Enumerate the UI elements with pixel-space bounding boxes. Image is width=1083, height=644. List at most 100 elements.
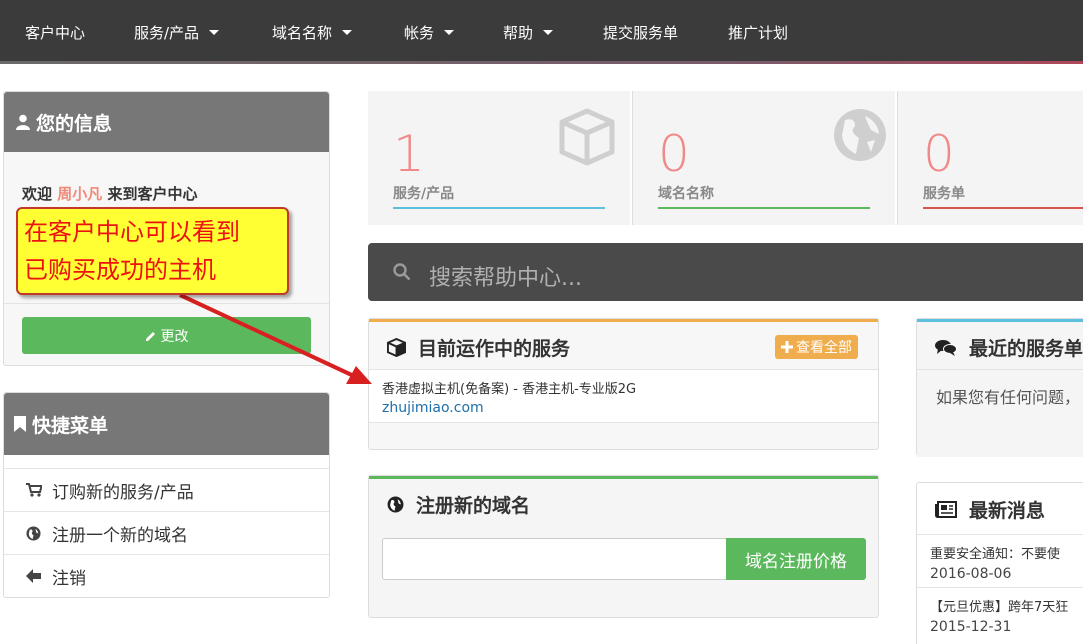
stat-underline — [658, 207, 870, 209]
divider — [4, 303, 329, 304]
cube-icon — [387, 338, 406, 357]
chevron-down-icon — [342, 30, 353, 35]
panel-title: 最近的服务单 — [969, 338, 1083, 360]
newspaper-icon — [935, 501, 957, 518]
quick-menu-order-service[interactable]: 订购新的服务/产品 — [4, 468, 329, 511]
latest-news-panel: 最新消息 重要安全通知：不要使 2016-08-06 【元旦优惠】跨年7天狂 2… — [916, 482, 1083, 644]
stat-value: 0 — [923, 125, 955, 183]
globe-icon — [26, 525, 48, 541]
nav-label: 帐务 — [404, 24, 435, 42]
quick-menu-label: 订购新的服务/产品 — [52, 482, 194, 503]
stat-value: 0 — [658, 125, 690, 183]
news-date: 2015-12-31 — [930, 619, 1012, 635]
news-title: 重要安全通知：不要使 — [930, 547, 1061, 562]
edit-button-label: 更改 — [160, 328, 189, 345]
stat-tile-services[interactable]: 1 服务/产品 — [368, 91, 630, 225]
annotation-line-2: 已购买成功的主机 — [24, 256, 216, 284]
bookmark-icon — [14, 416, 26, 432]
stat-label: 域名名称 — [658, 186, 714, 202]
stat-value: 1 — [393, 125, 425, 183]
nav-item-help[interactable]: 帮助 — [503, 22, 554, 43]
top-navigation: 客户中心 服务/产品 域名名称 帐务 帮助 提交服务单 推广计划 — [0, 0, 1083, 64]
nav-item-billing[interactable]: 帐务 — [404, 22, 455, 43]
nav-accent-strip — [0, 61, 1083, 64]
active-services-panel: 目前运作中的服务 查看全部 香港虚拟主机(免备案) - 香港主机-专业版2G z… — [368, 318, 879, 450]
panel-title: 注册新的域名 — [416, 495, 531, 517]
stat-underline — [923, 207, 1083, 209]
nav-label: 帮助 — [503, 24, 534, 42]
recent-tickets-header: 最近的服务单 — [935, 334, 1083, 361]
stat-label: 服务单 — [923, 186, 965, 202]
quick-menu-label: 注销 — [52, 568, 86, 589]
username: 周小凡 — [57, 185, 103, 203]
tickets-empty-message: 如果您有任何问题， — [936, 388, 1081, 407]
panel-accent-line — [369, 476, 878, 479]
annotation-line-1: 在客户中心可以看到 — [24, 218, 240, 246]
news-title: 【元旦优惠】跨年7天狂 — [930, 600, 1069, 615]
quick-menu-register-domain[interactable]: 注册一个新的域名 — [4, 511, 329, 554]
welcome-suffix: 来到客户中心 — [107, 185, 198, 203]
quick-menu-header: 快捷菜单 — [4, 393, 329, 455]
stat-tile-tickets[interactable]: 0 服务单 — [897, 91, 1083, 225]
nav-item-affiliates[interactable]: 推广计划 — [728, 22, 788, 43]
annotation-callout: 在客户中心可以看到 已购买成功的主机 — [16, 207, 289, 295]
news-item[interactable]: 重要安全通知：不要使 2016-08-06 — [917, 534, 1083, 587]
nav-label: 推广计划 — [728, 24, 789, 42]
service-list-item[interactable]: 香港虚拟主机(免备案) - 香港主机-专业版2G zhujimiao.com — [369, 369, 878, 423]
cube-icon — [558, 108, 616, 170]
nav-item-domains[interactable]: 域名名称 — [272, 22, 353, 43]
domain-pricing-label: 域名注册价格 — [745, 551, 847, 572]
view-all-label: 查看全部 — [796, 340, 852, 356]
stat-tile-domains[interactable]: 0 域名名称 — [632, 91, 895, 225]
chevron-down-icon — [209, 30, 220, 35]
arrow-left-icon — [26, 569, 48, 583]
panel-title: 您的信息 — [36, 112, 113, 135]
panel-title: 目前运作中的服务 — [418, 338, 571, 360]
nav-label: 域名名称 — [272, 24, 333, 42]
panel-accent-line — [917, 319, 1083, 322]
panel-title: 快捷菜单 — [32, 414, 109, 437]
active-services-header: 目前运作中的服务 — [387, 334, 570, 361]
search-icon — [393, 263, 411, 285]
latest-news-header: 最新消息 — [935, 496, 1045, 523]
user-icon — [16, 114, 30, 130]
welcome-prefix: 欢迎 — [22, 185, 53, 203]
globe-icon — [387, 496, 404, 513]
nav-label: 客户中心 — [25, 24, 86, 42]
nav-item-client-center[interactable]: 客户中心 — [25, 22, 85, 43]
recent-tickets-panel: 最近的服务单 如果您有任何问题， — [916, 318, 1083, 457]
view-all-button[interactable]: 查看全部 — [775, 335, 858, 359]
stat-underline — [393, 207, 605, 209]
nav-label: 服务/产品 — [134, 24, 200, 42]
welcome-message: 欢迎 周小凡 来到客户中心 — [22, 183, 198, 204]
nav-item-services[interactable]: 服务/产品 — [134, 22, 220, 43]
register-domain-header: 注册新的域名 — [387, 491, 530, 518]
chevron-down-icon — [543, 30, 554, 35]
recent-tickets-body: 如果您有任何问题， — [917, 369, 1083, 457]
panel-title: 最新消息 — [969, 500, 1046, 522]
cart-icon — [26, 483, 48, 497]
comments-icon — [935, 339, 957, 357]
service-name: 香港虚拟主机(免备案) - 香港主机-专业版2G — [382, 382, 637, 397]
nav-item-submit-ticket[interactable]: 提交服务单 — [603, 22, 678, 43]
news-item[interactable]: 【元旦优惠】跨年7天狂 2015-12-31 — [917, 587, 1083, 644]
edit-profile-button[interactable]: 更改 — [22, 317, 311, 354]
quick-menu-panel: 快捷菜单 订购新的服务/产品 注册一个新的域名 注销 — [3, 392, 330, 598]
domain-pricing-button[interactable]: 域名注册价格 — [726, 538, 866, 580]
quick-menu-label: 注册一个新的域名 — [52, 525, 188, 546]
globe-icon — [833, 108, 887, 166]
search-placeholder: 搜索帮助中心... — [429, 266, 582, 291]
help-search-bar[interactable]: 搜索帮助中心... — [368, 243, 1083, 301]
news-date: 2016-08-06 — [930, 566, 1012, 582]
pencil-icon — [145, 330, 157, 342]
chevron-down-icon — [444, 30, 455, 35]
nav-label: 提交服务单 — [603, 24, 679, 42]
domain-search-input[interactable] — [382, 538, 727, 580]
service-domain-link[interactable]: zhujimiao.com — [382, 400, 484, 416]
register-domain-panel: 注册新的域名 域名注册价格 — [368, 475, 879, 618]
stat-label: 服务/产品 — [393, 186, 455, 202]
panel-accent-line — [369, 319, 878, 322]
user-info-header: 您的信息 — [4, 92, 329, 152]
plus-icon — [781, 341, 793, 353]
quick-menu-logout[interactable]: 注销 — [4, 554, 329, 597]
